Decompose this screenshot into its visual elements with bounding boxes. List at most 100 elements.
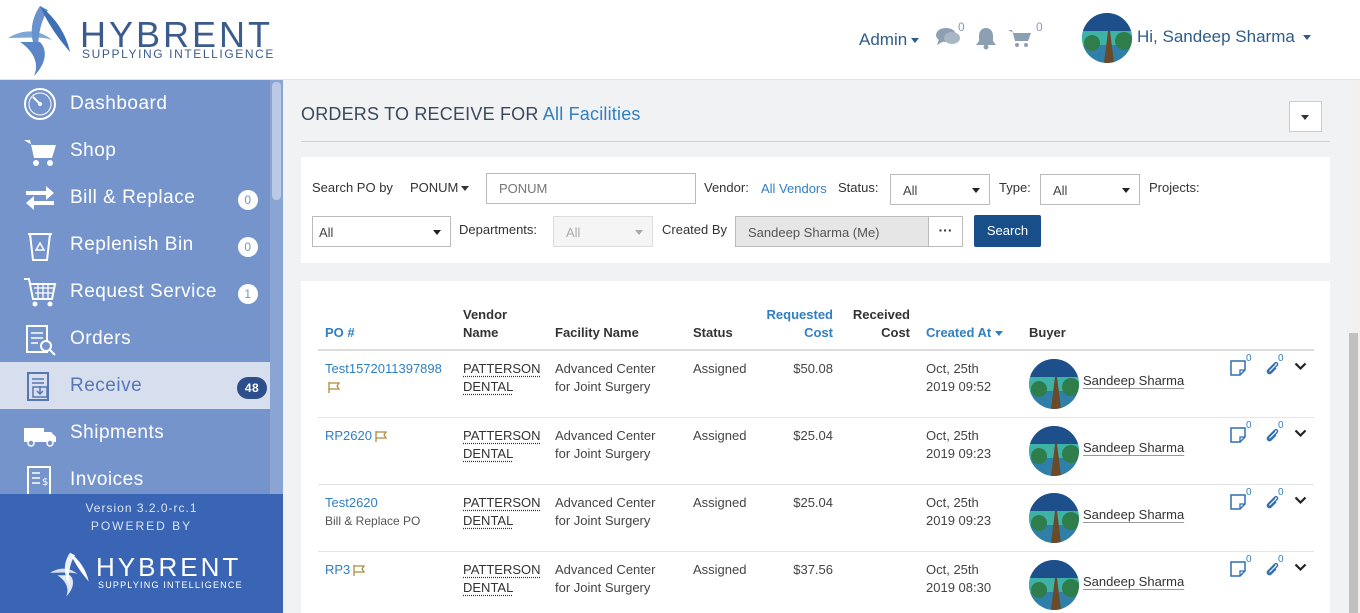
avatar-photo <box>1029 426 1079 476</box>
vendor-cell[interactable]: PATTERSON DENTAL <box>463 561 541 597</box>
facility-link[interactable]: All Facilities <box>543 104 641 124</box>
created-by-field[interactable]: Sandeep Sharma (Me) <box>735 216 929 247</box>
chevron-down-icon[interactable] <box>1294 563 1307 572</box>
sidebar-item-bill-replace[interactable]: Bill & Replace 0 <box>0 174 270 221</box>
po-cell: RP2620 <box>325 427 388 445</box>
sidebar-item-label: Bill & Replace <box>70 187 196 208</box>
page-scrollbar[interactable] <box>1347 80 1360 613</box>
buyer-name[interactable]: Sandeep Sharma <box>1083 574 1184 589</box>
sidebar-item-orders[interactable]: Orders <box>0 315 270 362</box>
buyer-name[interactable]: Sandeep Sharma <box>1083 373 1184 388</box>
departments-select[interactable]: All <box>553 216 653 247</box>
orders-icon <box>26 325 56 356</box>
messages-count: 0 <box>958 20 965 34</box>
col-header-vendor-line1: Vendor <box>463 307 508 322</box>
notes-icon[interactable] <box>1230 561 1246 577</box>
facility-cell: Advanced Center for Joint Surgery <box>555 427 655 463</box>
sidebar-item-shipments[interactable]: Shipments <box>0 409 270 456</box>
options-dropdown-button[interactable] <box>1289 101 1322 132</box>
vendor-line2: DENTAL <box>463 580 514 595</box>
brand-logo[interactable]: HYBRENT SUPPLYING INTELLIGENCE <box>0 0 283 80</box>
sidebar-scrollbar[interactable] <box>270 80 283 494</box>
col-header-requested-line2: Cost <box>804 325 833 340</box>
status-cell: Assigned <box>693 495 747 510</box>
page-scrollbar-thumb[interactable] <box>1349 333 1358 613</box>
created-date: Oct, 25th <box>926 495 979 510</box>
vendor-cell[interactable]: PATTERSON DENTAL <box>463 427 541 463</box>
sidebar-item-shop[interactable]: Shop <box>0 127 270 174</box>
projects-select[interactable]: All <box>312 216 451 247</box>
po-link[interactable]: RP3 <box>325 562 350 577</box>
col-header-po[interactable]: PO # <box>325 324 355 342</box>
main-content: ORDERS TO RECEIVE FOR All Facilities Sea… <box>283 80 1347 613</box>
created-by-picker-button[interactable]: ··· <box>928 216 963 247</box>
chevron-down-icon[interactable] <box>1294 362 1307 371</box>
flag-icon[interactable] <box>328 382 341 394</box>
notes-icon[interactable] <box>1230 427 1246 443</box>
sidebar-item-receive[interactable]: Receive 48 <box>0 362 283 409</box>
receive-icon <box>27 372 49 401</box>
table-row[interactable]: Test2620 Bill & Replace PO PATTERSON DENTAL… <box>318 485 1314 552</box>
user-menu[interactable]: Hi, Sandeep Sharma <box>1137 27 1311 47</box>
vendor-label: Vendor: <box>704 180 749 195</box>
chevron-down-icon[interactable] <box>1294 429 1307 438</box>
requested-cost-cell: $25.04 <box>793 495 833 510</box>
table-row[interactable]: RP2620 PATTERSON DENTAL Advanced Center for … <box>318 418 1314 485</box>
col-header-buyer: Buyer <box>1029 325 1066 340</box>
col-header-requested-cost[interactable]: Requested Cost <box>761 306 833 342</box>
attachments-count: 0 <box>1278 487 1284 498</box>
sidebar-item-label: Shipments <box>70 422 165 443</box>
notes-icon[interactable] <box>1230 494 1246 510</box>
sidebar-item-replenish-bin[interactable]: Replenish Bin 0 <box>0 221 270 268</box>
cart-icon[interactable] <box>1008 28 1032 48</box>
status-cell: Assigned <box>693 428 747 443</box>
notes-icon[interactable] <box>1230 360 1246 376</box>
col-header-vendor: Vendor Name <box>463 306 507 342</box>
sidebar-footer: Version 3.2.0-rc.1 POWERED BY HYBRENT SU… <box>0 494 283 613</box>
brand-tagline: SUPPLYING INTELLIGENCE <box>82 47 276 61</box>
user-avatar[interactable] <box>1082 13 1132 63</box>
facility-cell: Advanced Center for Joint Surgery <box>555 360 655 396</box>
vendor-cell[interactable]: PATTERSON DENTAL <box>463 494 541 530</box>
attachments-count: 0 <box>1278 420 1284 431</box>
po-search-input[interactable] <box>486 173 696 204</box>
table-row[interactable]: Test1572011397898 PATTERSON DENTAL Advanced… <box>318 351 1314 418</box>
sidebar-item-request-service[interactable]: Request Service 1 <box>0 268 270 315</box>
status-select[interactable]: All <box>890 174 990 205</box>
table-row[interactable]: RP3 PATTERSON DENTAL Advanced Center for Joi… <box>318 552 1314 613</box>
col-header-created-at[interactable]: Created At <box>926 324 1004 342</box>
col-header-status: Status <box>693 325 733 340</box>
projects-select-value: All <box>319 225 334 240</box>
flag-icon[interactable] <box>375 431 388 443</box>
facility-line1: Advanced Center <box>555 495 656 510</box>
footer-brand-name: HYBRENT <box>96 552 242 582</box>
sidebar-menu: Dashboard Shop Bill & Replace 0 Replenis… <box>0 80 283 494</box>
created-time: 2019 08:30 <box>926 580 992 595</box>
buyer-name[interactable]: Sandeep Sharma <box>1083 440 1184 455</box>
chevron-down-icon[interactable] <box>1294 496 1307 505</box>
buyer-name[interactable]: Sandeep Sharma <box>1083 507 1184 522</box>
facility-line2: for Joint Surgery <box>555 446 651 461</box>
vendor-cell[interactable]: PATTERSON DENTAL <box>463 360 541 396</box>
flag-icon[interactable] <box>353 565 366 577</box>
po-link[interactable]: Test2620 <box>325 495 378 510</box>
type-label: Type: <box>999 180 1031 195</box>
search-button[interactable]: Search <box>974 215 1041 247</box>
po-link[interactable]: Test1572011397898 <box>325 361 442 376</box>
admin-menu[interactable]: Admin <box>859 30 920 50</box>
created-date: Oct, 25th <box>926 562 979 577</box>
sidebar-item-invoices[interactable]: $ Invoices <box>0 456 270 494</box>
sort-desc-icon <box>995 331 1004 337</box>
bell-icon[interactable] <box>975 26 997 50</box>
po-link[interactable]: RP2620 <box>325 428 372 443</box>
recycle-bin-icon <box>28 233 52 261</box>
requested-cost-cell: $50.08 <box>793 361 833 376</box>
sidebar-scrollbar-thumb[interactable] <box>272 82 281 200</box>
facility-line1: Advanced Center <box>555 361 656 376</box>
created-at-cell: Oct, 25th 2019 09:23 <box>926 494 991 530</box>
search-po-by-select[interactable]: PONUM <box>410 180 470 195</box>
sidebar-item-dashboard[interactable]: Dashboard <box>0 80 270 127</box>
created-time: 2019 09:23 <box>926 446 992 461</box>
vendor-link[interactable]: All Vendors <box>761 181 827 196</box>
type-select[interactable]: All <box>1040 174 1140 205</box>
